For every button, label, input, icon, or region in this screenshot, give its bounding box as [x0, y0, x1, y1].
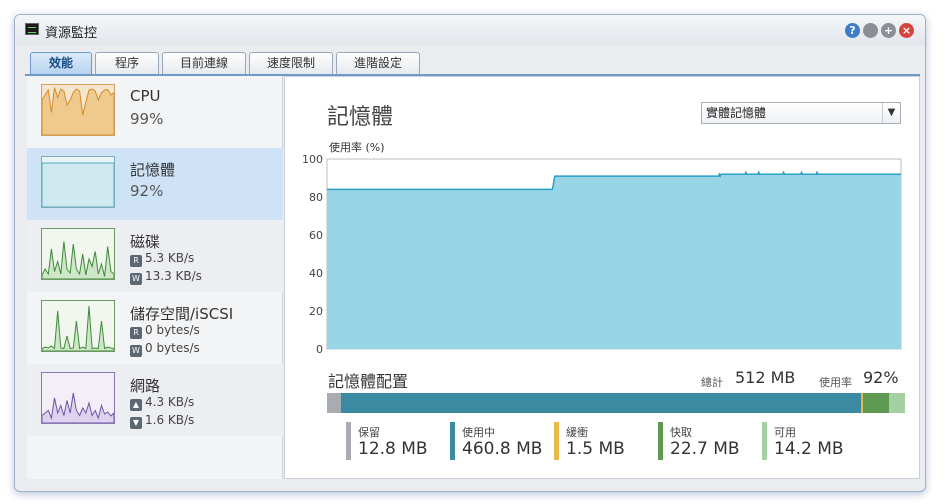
legend-swatch — [346, 422, 351, 460]
y-tick-label: 80 — [309, 191, 323, 204]
memory-usage-value: 92% — [130, 182, 164, 200]
read-badge-icon: R — [130, 327, 142, 339]
allocation-segment — [863, 393, 889, 413]
legend-label: 快取 — [670, 426, 692, 439]
usage-area — [327, 172, 901, 349]
legend-value: 22.7 MB — [670, 439, 740, 459]
legend-swatch — [450, 422, 455, 460]
total-value: 512 MB — [735, 368, 796, 387]
rate-label: 使用率 — [819, 376, 852, 389]
cpu-usage-value: 99% — [130, 110, 164, 128]
legend-swatch — [658, 422, 663, 460]
sidebar-item-label: 記憶體 — [130, 161, 176, 179]
allocation-bar — [327, 393, 906, 413]
monitor-app-icon — [25, 23, 39, 35]
help-button[interactable]: ? — [845, 23, 860, 38]
legend-label: 可用 — [774, 426, 796, 439]
tab-processes[interactable]: 程序 — [95, 52, 159, 74]
sidebar-item-label: 網路 — [130, 377, 161, 395]
sidebar-item-label: 儲存空間/iSCSI — [130, 305, 234, 323]
legend-label: 緩衝 — [566, 426, 588, 439]
sidebar-item-network[interactable]: 網路 ▲ 4.3 KB/s ▼ 1.6 KB/s — [27, 364, 283, 436]
legend-value: 12.8 MB — [358, 439, 428, 459]
network-upload-rate: ▲ 4.3 KB/s — [130, 395, 194, 411]
y-tick-label: 0 — [316, 343, 323, 356]
sidebar-item-label: CPU — [130, 87, 161, 105]
disk-sparkline — [41, 228, 115, 280]
allocation-title: 記憶體配置 — [328, 372, 409, 391]
legend-label: 使用中 — [462, 426, 495, 439]
memory-type-select[interactable]: 實體記憶體 ▼ — [701, 102, 901, 124]
tab-advanced-settings[interactable]: 進階設定 — [336, 52, 420, 74]
minimize-button[interactable] — [863, 23, 878, 38]
sidebar-item-memory[interactable]: 記憶體 92% — [27, 148, 283, 220]
y-tick-label: 20 — [309, 305, 323, 318]
storage-read-value: 0 bytes/s — [145, 323, 200, 337]
tab-speed-limit[interactable]: 速度限制 — [249, 52, 333, 74]
rate-value: 92% — [863, 368, 899, 387]
allocation-segment — [889, 393, 906, 413]
close-button[interactable]: × — [899, 23, 914, 38]
sidebar-item-storage-iscsi[interactable]: 儲存空間/iSCSI R0 bytes/s W0 bytes/s — [27, 292, 283, 364]
disk-read-rate: R 5.3 KB/s — [130, 251, 194, 267]
download-arrow-icon: ▼ — [130, 417, 142, 429]
legend-value: 1.5 MB — [566, 439, 625, 459]
metric-sidebar: CPU 99% 記憶體 92% 磁碟 R 5.3 KB/s W 13.3 KB/s … — [27, 76, 295, 479]
total-label: 總計 — [701, 376, 723, 389]
memory-panel: 記憶體 實體記憶體 ▼ 使用率 (%) 0 20 40 60 80 100 記憶體配置 總… — [284, 76, 920, 479]
y-tick-label: 100 — [302, 153, 323, 166]
storage-sparkline — [41, 300, 115, 352]
allocation-segment — [327, 393, 342, 413]
network-upload-value: 4.3 KB/s — [145, 395, 195, 409]
tab-connections[interactable]: 目前連線 — [162, 52, 246, 74]
legend-value: 14.2 MB — [774, 439, 844, 459]
resource-monitor-window: 資源監控 ? + × 效能 程序 目前連線 速度限制 進階設定 CPU 99% … — [14, 14, 926, 492]
title-bar[interactable]: 資源監控 ? + × — [15, 15, 925, 45]
allocation-segment — [341, 393, 862, 413]
y-tick-label: 60 — [309, 229, 323, 242]
upload-arrow-icon: ▲ — [130, 399, 142, 411]
sidebar-item-label: 磁碟 — [130, 233, 161, 251]
network-download-rate: ▼ 1.6 KB/s — [130, 413, 194, 429]
legend-swatch — [554, 422, 559, 460]
network-sparkline — [41, 372, 115, 424]
storage-write-value: 0 bytes/s — [145, 341, 200, 355]
write-badge-icon: W — [130, 345, 142, 357]
y-tick-label: 40 — [309, 267, 323, 280]
write-badge-icon: W — [130, 273, 142, 285]
tab-performance[interactable]: 效能 — [30, 52, 92, 74]
storage-read-rate: R0 bytes/s — [130, 323, 200, 339]
legend-label: 保留 — [358, 426, 380, 439]
sidebar-item-disk[interactable]: 磁碟 R 5.3 KB/s W 13.3 KB/s — [27, 220, 283, 292]
memory-sparkline — [41, 156, 115, 208]
chevron-down-icon[interactable]: ▼ — [882, 103, 900, 123]
read-badge-icon: R — [130, 255, 142, 267]
maximize-button[interactable]: + — [881, 23, 896, 38]
memory-type-value: 實體記憶體 — [706, 106, 767, 120]
disk-read-value: 5.3 KB/s — [145, 251, 195, 265]
storage-write-rate: W0 bytes/s — [130, 341, 200, 357]
window-title: 資源監控 — [45, 26, 98, 41]
legend-value: 460.8 MB — [462, 439, 543, 459]
sidebar-item-cpu[interactable]: CPU 99% — [27, 76, 283, 148]
network-download-value: 1.6 KB/s — [145, 413, 195, 427]
memory-usage-chart: 0 20 40 60 80 100 — [302, 153, 902, 356]
panel-title: 記憶體 — [327, 105, 394, 130]
legend-swatch — [762, 422, 767, 460]
disk-write-value: 13.3 KB/s — [145, 269, 202, 283]
disk-write-rate: W 13.3 KB/s — [130, 269, 202, 285]
cpu-sparkline — [41, 84, 115, 136]
